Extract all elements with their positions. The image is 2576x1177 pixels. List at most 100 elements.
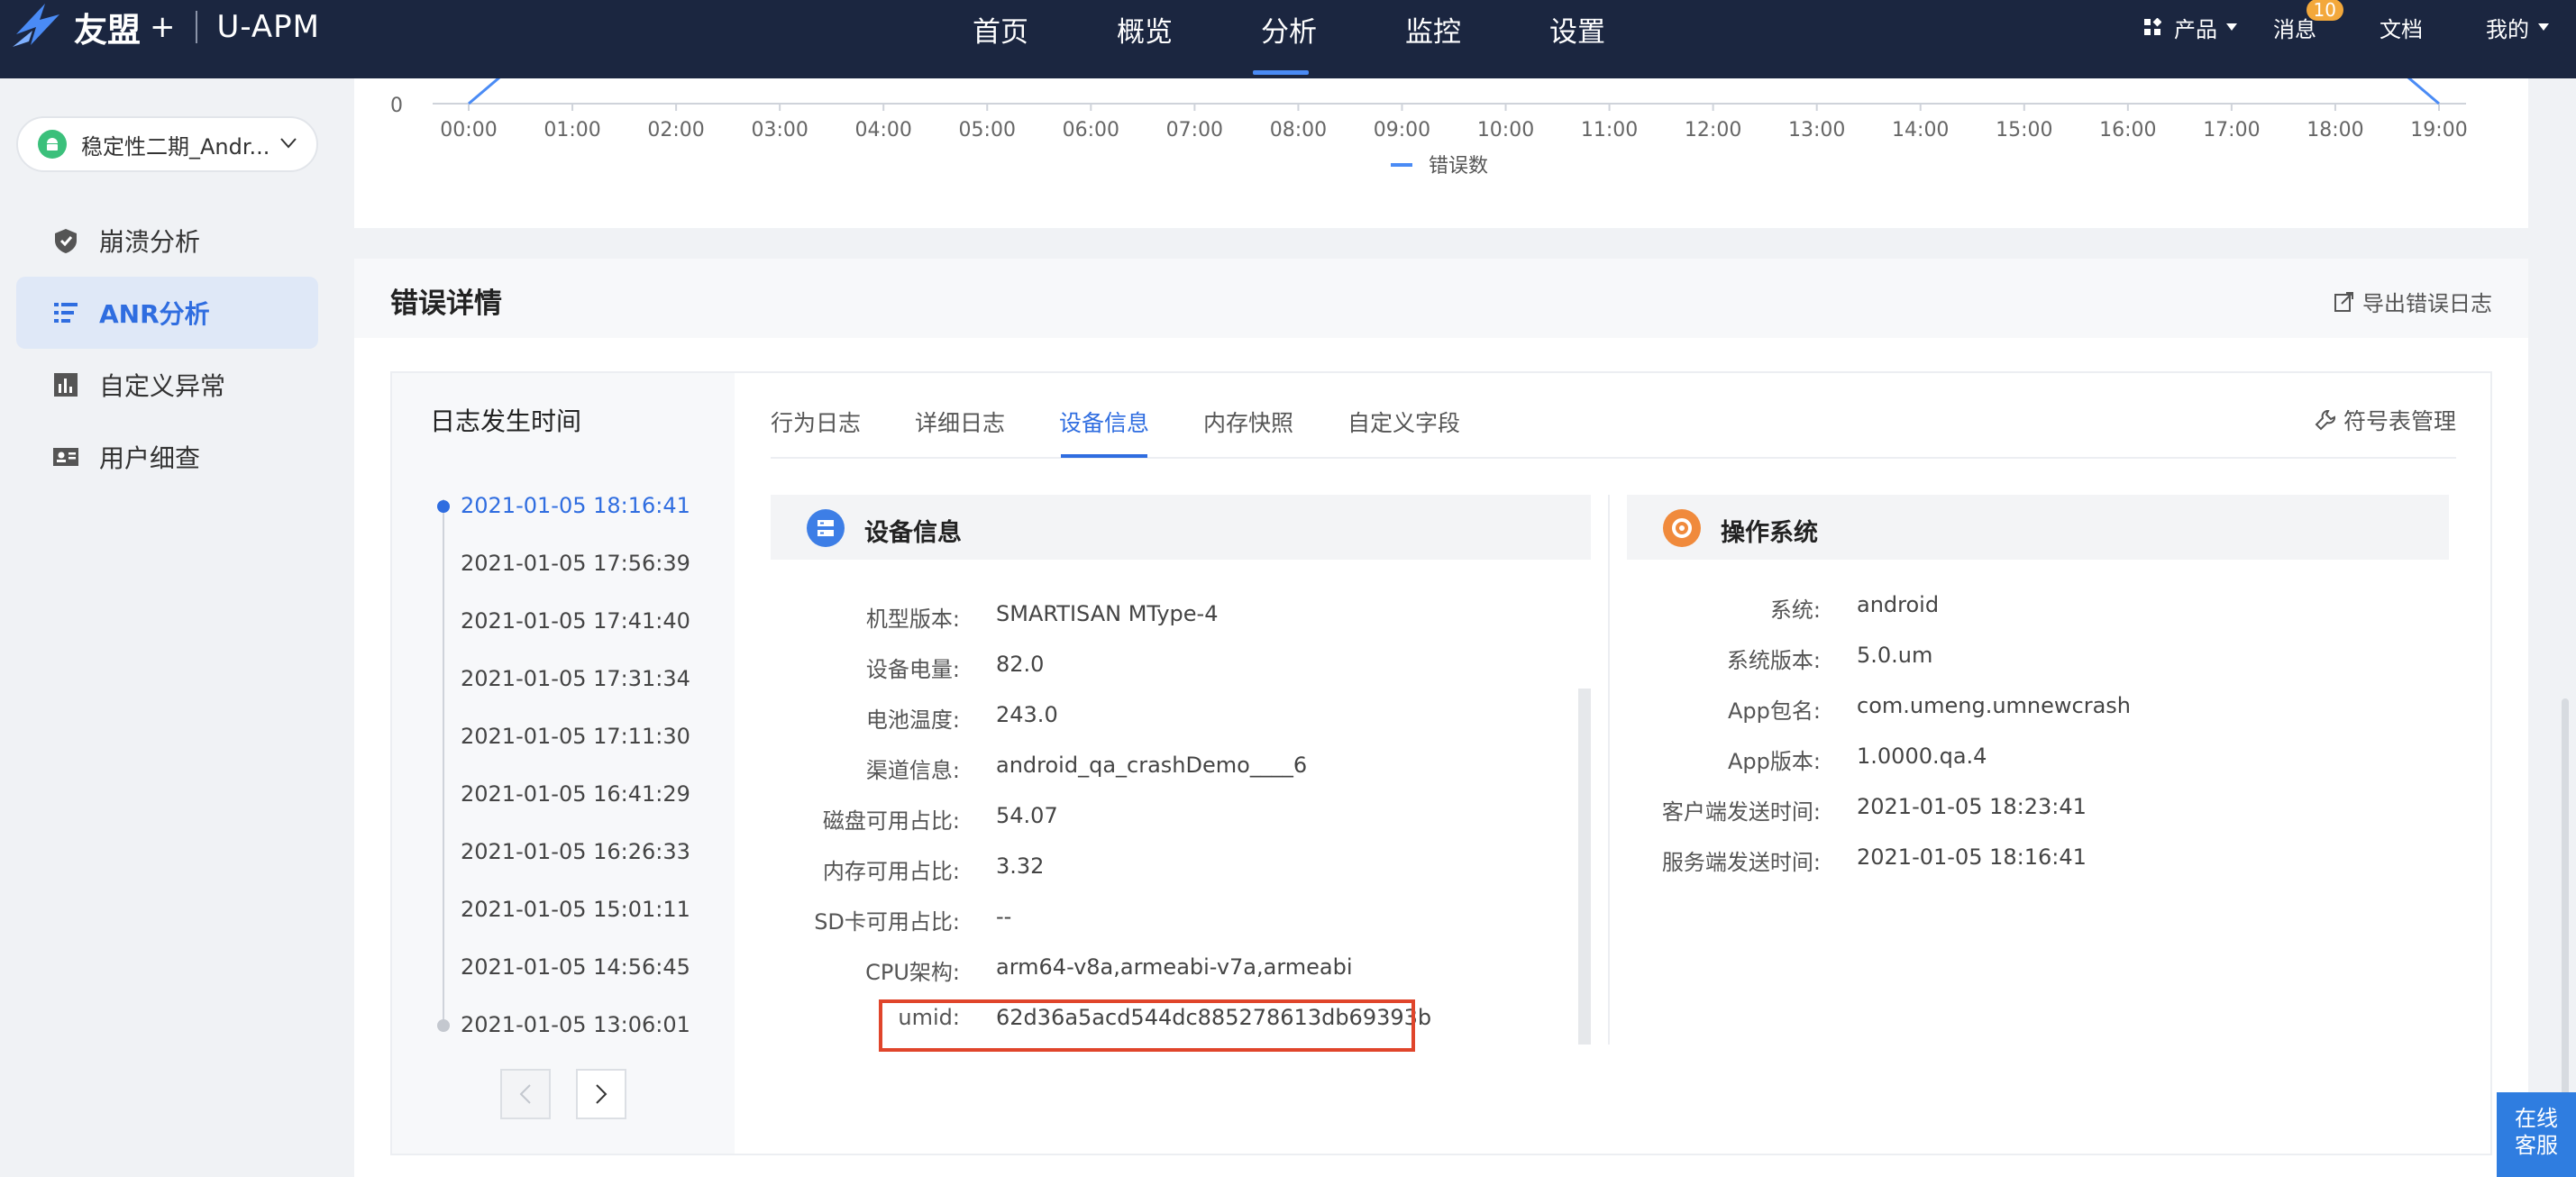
export-icon [2334,291,2353,312]
tab-behavior-log[interactable]: 行为日志 [771,406,861,438]
y-tick-label: 0 [390,95,403,117]
timeline-item[interactable]: 2021-01-05 17:31:34 [392,663,735,721]
wrench-icon [2315,410,2335,431]
x-tick-label: 14:00 [1892,119,1949,141]
timeline-item[interactable]: 2021-01-05 15:01:11 [392,894,735,952]
field-value: 2021-01-05 18:23:41 [1857,794,2087,819]
online-support-button[interactable]: 在线 客服 [2497,1092,2576,1177]
sidebar-item-anr-analysis[interactable]: ANR分析 [16,277,318,349]
brand-name: 友盟 [74,11,141,50]
next-page-button[interactable] [576,1069,626,1119]
device-field-battery: 设备电量: 82.0 [771,652,1591,702]
x-tick-label: 12:00 [1685,119,1741,141]
x-tick-label: 08:00 [1270,119,1327,141]
export-label: 导出错误日志 [2362,291,2492,316]
timeline-time: 2021-01-05 14:56:45 [461,954,690,980]
os-info-card: 操作系统 系统: android 系统版本: 5.0.um App包名: com.um… [1627,495,2449,875]
chevron-left-icon [519,1084,531,1104]
caret-down-icon [2538,23,2549,31]
os-info-header: 操作系统 [1627,495,2449,560]
field-value: 2021-01-05 18:16:41 [1857,844,2087,870]
sidebar-item-label: 自定义异常 [99,371,226,401]
messages-link[interactable]: 消息 10 [2273,0,2343,43]
prev-page-button[interactable] [500,1069,551,1119]
sidebar-item-label: 用户细查 [99,443,201,473]
product-menu-label: 产品 [2174,16,2217,42]
x-tick-label: 05:00 [959,119,1016,141]
sidebar-item-crash-analysis[interactable]: 崩溃分析 [16,205,318,277]
export-error-log-button[interactable]: 导出错误日志 [2334,286,2492,317]
timeline-item[interactable]: 2021-01-05 16:41:29 [392,779,735,836]
umid-highlight-box [879,999,1415,1052]
field-key: 内存可用占比: [822,859,960,884]
right-nav: 产品 消息 10 文档 我的 [2107,0,2576,54]
android-icon [38,130,67,159]
nav-item-overview[interactable]: 概览 [1073,0,1217,78]
product-menu[interactable]: 产品 [2143,12,2237,43]
sidebar-item-label: 崩溃分析 [99,227,201,257]
field-value: 82.0 [996,652,1045,677]
device-info-header: 设备信息 [771,495,1591,560]
timeline-item[interactable]: 2021-01-05 16:26:33 [392,836,735,894]
x-tick-label: 10:00 [1477,119,1534,141]
sidebar: 稳定性二期_Andr... 崩溃分析 ANR分析 自定义异常 用户细查 [0,78,353,1177]
field-key: 服务端发送时间: [1661,850,1821,875]
timeline-item[interactable]: 2021-01-05 14:56:45 [392,952,735,1009]
section-title: 错误详情 [390,287,502,320]
caret-down-icon [2226,23,2237,31]
timeline-dot [437,500,450,513]
app-selector[interactable]: 稳定性二期_Andr... [16,116,318,172]
field-key: CPU架构: [865,960,960,985]
series-segment-start [468,78,501,105]
device-info-scrollbar[interactable] [1578,689,1591,1045]
active-tab-indicator [1061,454,1147,458]
timeline-item[interactable]: 2021-01-05 18:16:41 [392,490,735,548]
brand-separator [195,11,197,43]
os-field-server-sent: 服务端发送时间: 2021-01-05 18:16:41 [1627,844,2449,895]
field-key: 机型版本: [865,607,960,632]
timeline-item[interactable]: 2021-01-05 13:06:01 [392,1009,735,1067]
symbol-table-management-button[interactable]: 符号表管理 [2315,404,2456,436]
os-field-system: 系统: android [1627,592,2449,643]
field-value: 3.32 [996,853,1045,879]
nav-item-settings[interactable]: 设置 [1505,0,1649,78]
bar-chart-icon [54,373,78,397]
field-value: android [1857,592,1940,617]
tab-custom-fields[interactable]: 自定义字段 [1347,406,1460,438]
os-info-title: 操作系统 [1721,519,1818,547]
tab-device-info[interactable]: 设备信息 [1059,406,1149,438]
timeline-time: 2021-01-05 16:41:29 [461,781,690,807]
timeline-time: 2021-01-05 17:56:39 [461,551,690,576]
grid-icon [2144,18,2161,35]
x-tick-label: 01:00 [544,119,600,141]
sidebar-item-user-lookup[interactable]: 用户细查 [16,421,318,493]
field-key: 系统: [1769,598,1821,623]
field-key: App版本: [1728,749,1821,774]
timeline-time: 2021-01-05 15:01:11 [461,897,690,922]
field-key: SD卡可用占比: [814,909,960,935]
sidebar-item-label: ANR分析 [99,299,210,329]
series-segment-end [2407,78,2440,105]
timeline-time: 2021-01-05 16:26:33 [461,839,690,864]
nav-item-home[interactable]: 首页 [928,0,1073,78]
tab-detailed-log[interactable]: 详细日志 [915,406,1005,438]
nav-item-monitor[interactable]: 监控 [1361,0,1505,78]
id-card-icon [53,448,78,466]
brand[interactable]: 友盟 + U-APM [9,0,320,54]
field-key: 系统版本: [1726,648,1821,673]
timeline-item[interactable]: 2021-01-05 17:11:30 [392,721,735,779]
chevron-down-icon [280,138,297,149]
list-icon [54,303,78,323]
my-account-menu[interactable]: 我的 [2486,12,2549,43]
sidebar-item-custom-exception[interactable]: 自定义异常 [16,349,318,421]
timeline-item[interactable]: 2021-01-05 17:41:40 [392,606,735,663]
x-tick-label: 06:00 [1063,119,1119,141]
nav-item-analysis[interactable]: 分析 [1217,0,1361,78]
top-nav-bar: 友盟 + U-APM 首页 概览 分析 监控 设置 产品 消息 10 文档 我的 [0,0,2576,78]
error-detail-box: 日志发生时间 2021-01-05 18:16:41 2021-01-05 17… [390,371,2492,1155]
docs-link[interactable]: 文档 [2380,12,2423,43]
brand-product: U-APM [216,9,321,45]
timeline-item[interactable]: 2021-01-05 17:56:39 [392,548,735,606]
tab-memory-snapshot[interactable]: 内存快照 [1203,406,1293,438]
error-details-header: 错误详情 导出错误日志 [354,259,2528,338]
